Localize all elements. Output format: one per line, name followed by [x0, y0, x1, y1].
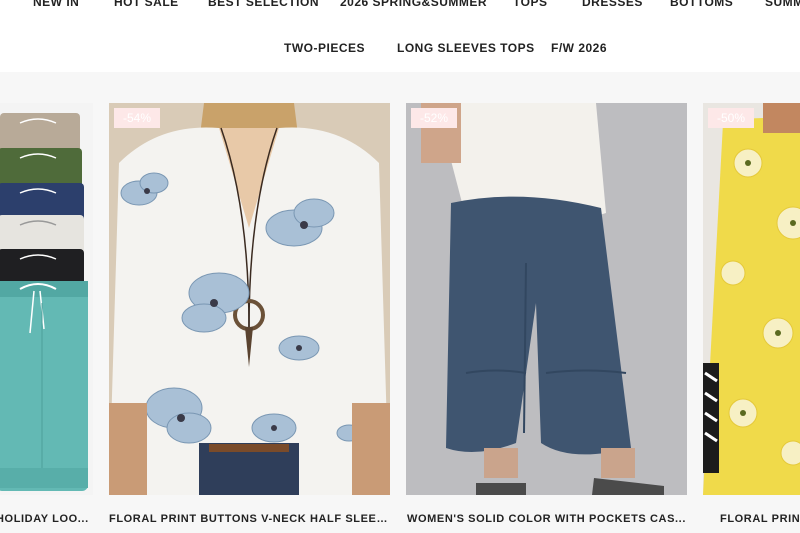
- discount-badge: -50%: [708, 108, 754, 128]
- product-card[interactable]: -50% FLORAL PRINT: [703, 103, 800, 523]
- product-title[interactable]: HOLIDAY LOO...: [0, 508, 93, 523]
- nav-row-secondary: TWO-PIECES LONG SLEEVES TOPS F/W 2026: [0, 38, 800, 58]
- nav-item-new-in[interactable]: NEW IN: [33, 0, 79, 12]
- product-title[interactable]: WOMEN'S SOLID COLOR WITH POCKETS CAS...: [406, 508, 687, 523]
- product-card[interactable]: -54% FLORAL PRINT BUTTONS V-NECK HALF SL…: [109, 103, 390, 523]
- discount-badge: -54%: [114, 108, 160, 128]
- product-title[interactable]: FLORAL PRINT BUTTONS V-NECK HALF SLEEV..…: [109, 508, 390, 523]
- nav-item-summer[interactable]: SUMM: [765, 0, 800, 12]
- nav-item-bottoms[interactable]: BOTTOMS: [670, 0, 733, 12]
- product-carousel: HOLIDAY LOO... -54% FLORAL PRINT BUTTONS…: [0, 72, 800, 533]
- top-navigation: NEW IN HOT SALE BEST SELECTION 2026 SPRI…: [0, 0, 800, 72]
- product-card[interactable]: -52% WOMEN'S SOLID COLOR WITH POCKETS CA…: [406, 103, 687, 523]
- nav-item-fw-2026[interactable]: F/W 2026: [551, 38, 607, 58]
- nav-item-two-pieces[interactable]: TWO-PIECES: [284, 38, 365, 58]
- product-image[interactable]: [0, 103, 93, 495]
- nav-item-hot-sale[interactable]: HOT SALE: [114, 0, 179, 12]
- product-image[interactable]: -54%: [109, 103, 390, 495]
- nav-item-long-sleeves-tops[interactable]: LONG SLEEVES TOPS: [397, 38, 535, 58]
- product-image[interactable]: -52%: [406, 103, 687, 495]
- product-card[interactable]: HOLIDAY LOO...: [0, 103, 93, 523]
- product-title[interactable]: FLORAL PRINT: [703, 508, 800, 523]
- nav-item-spring-summer[interactable]: 2026 SPRING&SUMMER: [340, 0, 487, 12]
- nav-item-dresses[interactable]: DRESSES: [582, 0, 643, 12]
- product-image[interactable]: -50%: [703, 103, 800, 495]
- nav-item-tops[interactable]: TOPS: [513, 0, 547, 12]
- nav-row-primary: NEW IN HOT SALE BEST SELECTION 2026 SPRI…: [0, 0, 800, 12]
- discount-badge: -52%: [411, 108, 457, 128]
- nav-item-best-selection[interactable]: BEST SELECTION: [208, 0, 319, 12]
